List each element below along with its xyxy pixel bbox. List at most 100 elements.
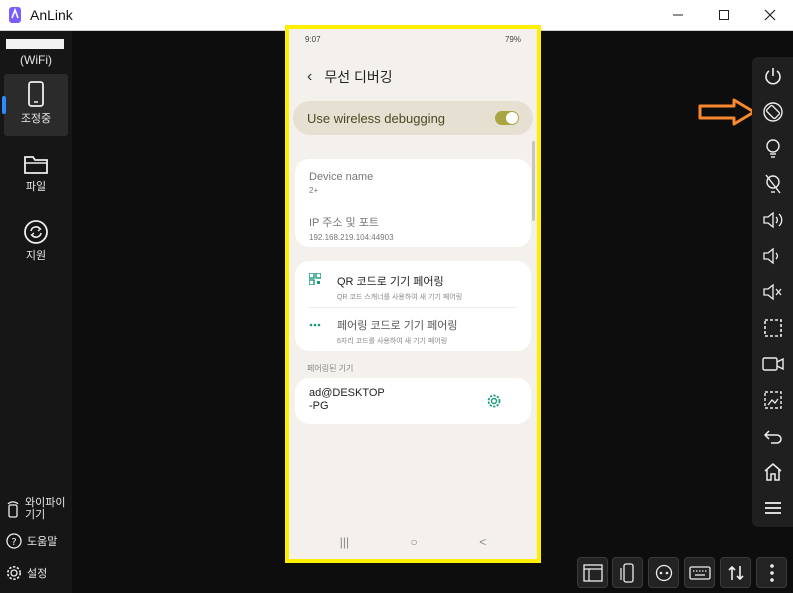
screenshot-icon xyxy=(763,390,782,409)
pair-code-title: 페어링 코드로 기기 페어링 xyxy=(337,320,458,332)
transfer-icon xyxy=(727,565,744,580)
screenshot-button[interactable] xyxy=(756,383,789,416)
home-button[interactable] xyxy=(756,455,789,488)
anlink-logo-icon xyxy=(9,7,21,23)
wifi-device-label-line1: 와이파이 xyxy=(25,497,66,509)
sidebar-item-support[interactable]: 지원 xyxy=(4,213,68,275)
volume-down-icon xyxy=(762,247,778,264)
qr-icon xyxy=(309,273,321,285)
svg-text:?: ? xyxy=(11,537,16,548)
mute-button[interactable] xyxy=(756,275,789,308)
settings-button[interactable]: 설정 xyxy=(6,565,47,581)
record-icon xyxy=(761,356,784,371)
window-layout-icon xyxy=(582,563,603,582)
paired-device-row[interactable]: ad@DESKTOP -PG xyxy=(295,378,531,424)
sidebar-item-control[interactable]: 조정중 xyxy=(2,74,68,136)
transfer-button[interactable] xyxy=(720,557,751,588)
wireless-debugging-toggle-row[interactable]: Use wireless debugging xyxy=(293,101,533,135)
wifi-device-icon xyxy=(7,501,19,518)
wifi-device-label-line2: 기기 xyxy=(25,509,46,521)
app-title: AnLink xyxy=(30,7,73,23)
settings-label: 설정 xyxy=(27,568,48,580)
keyboard-icon xyxy=(688,565,711,580)
back-button[interactable] xyxy=(756,419,789,452)
recents-button[interactable]: ||| xyxy=(340,535,349,549)
phone-window-icon xyxy=(619,562,634,583)
screenshot-region-icon xyxy=(763,318,782,337)
sidebar-item-label: 파일 xyxy=(25,181,47,193)
help-button[interactable]: ? 도움말 xyxy=(6,533,57,549)
sidebar-item-label: 지원 xyxy=(25,250,47,262)
page-title: 무선 디버깅 xyxy=(324,69,393,85)
wireless-debugging-label: Use wireless debugging xyxy=(307,110,446,126)
menu-icon xyxy=(764,501,781,514)
phone-icon xyxy=(28,81,44,107)
power-icon xyxy=(764,67,781,84)
pairing-card: QR 코드로 기기 페어링 QR 코드 스캐너를 사용하여 새 기기 페어링 페… xyxy=(295,261,531,351)
active-indicator xyxy=(2,96,6,114)
pair-qr-row[interactable]: QR 코드로 기기 페어링 QR 코드 스캐너를 사용하여 새 기기 페어링 xyxy=(309,273,462,302)
sync-icon xyxy=(24,220,48,244)
connection-type-label: (WiFi) xyxy=(20,53,52,67)
device-name-redacted xyxy=(6,39,64,49)
minimize-button[interactable] xyxy=(655,0,701,30)
back-arrow-icon[interactable]: ‹ xyxy=(307,68,312,86)
folder-icon xyxy=(24,156,48,174)
close-button[interactable] xyxy=(747,0,793,30)
power-button[interactable] xyxy=(756,59,789,92)
phone-nav-bar: ||| ○ < xyxy=(289,535,537,549)
sidebar-item-label: 조정중 xyxy=(20,113,52,125)
screenshot-region-button[interactable] xyxy=(756,311,789,344)
device-name-value: 2+ xyxy=(309,186,319,195)
device-name-label: Device name xyxy=(309,171,374,183)
phone-scrollbar[interactable] xyxy=(532,141,535,221)
dots-icon xyxy=(309,323,321,327)
sidebar: (WiFi) 조정중 파일 지원 와이파이 기기 ? 도움말 설정 xyxy=(0,31,72,593)
close-icon xyxy=(764,9,776,21)
help-icon: ? xyxy=(6,533,22,549)
back-button[interactable]: < xyxy=(479,535,486,549)
mute-icon xyxy=(762,283,781,300)
wifi-device-label: 와이파이 기기 xyxy=(25,497,65,521)
home-button[interactable]: ○ xyxy=(411,535,418,549)
right-toolbar xyxy=(752,57,793,527)
wifi-device-button[interactable]: 와이파이 기기 xyxy=(6,497,65,521)
back-icon xyxy=(763,429,782,444)
paired-devices-section-label: 페어링된 기기 xyxy=(307,364,354,373)
arrow-annotation-icon xyxy=(698,98,756,126)
light-off-icon xyxy=(764,174,781,193)
settings-icon xyxy=(7,566,21,580)
maximize-icon xyxy=(719,10,729,20)
phone-window-button[interactable] xyxy=(612,557,643,588)
rotate-icon xyxy=(762,101,783,122)
help-label: 도움말 xyxy=(27,536,58,548)
wireless-debugging-switch[interactable] xyxy=(495,111,519,125)
more-button[interactable] xyxy=(756,557,787,588)
ip-value: 192.168.219.104:44903 xyxy=(309,233,394,242)
record-button[interactable] xyxy=(756,347,789,380)
divider xyxy=(309,307,517,308)
paired-device-name-line2: -PG xyxy=(309,400,329,412)
volume-up-button[interactable] xyxy=(756,203,789,236)
minimize-icon xyxy=(673,14,683,16)
more-icon xyxy=(769,563,774,582)
light-off-button[interactable] xyxy=(756,167,789,200)
status-battery: 79% xyxy=(504,34,521,44)
sidebar-item-files[interactable]: 파일 xyxy=(4,146,68,208)
gamepad-button[interactable] xyxy=(648,557,679,588)
gamepad-icon xyxy=(655,564,672,581)
pair-code-row[interactable]: 페어링 코드로 기기 페어링 6자리 코드를 사용하여 새 기기 페어링 xyxy=(309,317,458,346)
gear-icon[interactable] xyxy=(487,394,501,408)
light-on-button[interactable] xyxy=(756,131,789,164)
home-icon xyxy=(764,462,781,481)
phone-screen[interactable]: 9:07 79% ‹ 무선 디버깅 Use wireless debugging… xyxy=(289,29,537,559)
rotate-button[interactable] xyxy=(756,95,789,128)
volume-down-button[interactable] xyxy=(756,239,789,272)
pair-qr-title: QR 코드로 기기 페어링 xyxy=(337,276,444,288)
maximize-button[interactable] xyxy=(701,0,747,30)
keyboard-button[interactable] xyxy=(684,557,715,588)
window-layout-button[interactable] xyxy=(577,557,608,588)
phone-header: ‹ 무선 디버깅 xyxy=(289,57,537,97)
pair-code-subtitle: 6자리 코드를 사용하여 새 기기 페어링 xyxy=(337,338,448,345)
menu-button[interactable] xyxy=(756,491,789,524)
